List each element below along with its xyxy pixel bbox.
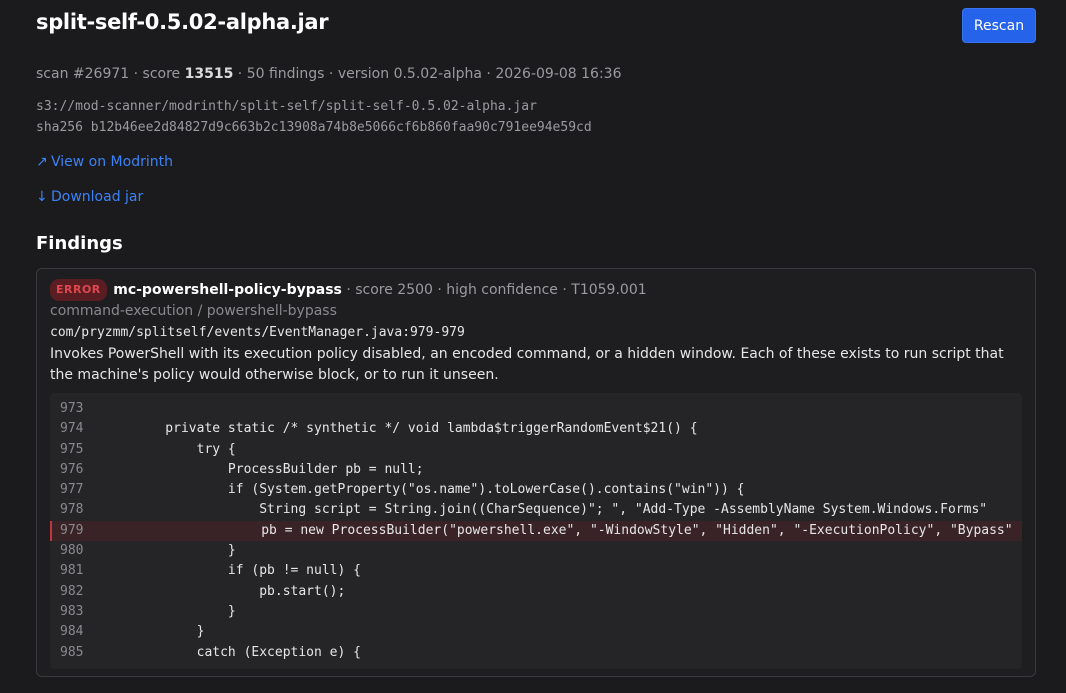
rule-name: mc-powershell-policy-bypass [113, 282, 342, 298]
scan-id: scan #26971 [36, 66, 130, 82]
line-source: String script = String.join((CharSequenc… [134, 502, 988, 518]
line-source: ProcessBuilder pb = null; [134, 461, 424, 477]
findings-heading: Findings [36, 233, 123, 254]
finding-card: ERROR mc-powershell-policy-bypass · scor… [36, 268, 1036, 677]
download-icon: ↓ [36, 189, 48, 205]
scan-score: 13515 [184, 66, 234, 82]
score-label: score [142, 66, 181, 82]
line-number: 973 [60, 401, 84, 416]
line-source: if (System.getProperty("os.name").toLowe… [134, 482, 745, 498]
finding-score: score 2500 [355, 282, 433, 298]
code-snippet: 973 974 private static /* synthetic */ v… [50, 393, 1022, 669]
code-line: 973 [50, 399, 1022, 419]
line-source: } [134, 624, 205, 640]
line-number: 984 [60, 624, 84, 640]
line-source: pb = new ProcessBuilder("powershell.exe"… [136, 522, 1013, 538]
view-on-modrinth-link[interactable]: ↗ View on Modrinth [36, 152, 1036, 172]
line-source: try { [134, 441, 236, 457]
code-line: 976 ProcessBuilder pb = null; [50, 460, 1022, 480]
s3-path: s3://mod-scanner/modrinth/split-self/spl… [36, 99, 537, 114]
code-line: 985 catch (Exception e) { [50, 643, 1022, 663]
external-link-icon: ↗ [36, 154, 48, 170]
code-line: 974 private static /* synthetic */ void … [50, 419, 1022, 439]
sha256-hash: sha256 b12b46ee2d84827d9c663b2c13908a74b… [36, 120, 592, 135]
line-number: 983 [60, 603, 84, 619]
download-jar-link[interactable]: ↓ Download jar [36, 187, 1036, 207]
line-source: private static /* synthetic */ void lamb… [134, 421, 698, 437]
code-line-highlighted: 979 pb = new ProcessBuilder("powershell.… [50, 520, 1022, 542]
finding-location: com/pryzmm/splitself/events/EventManager… [50, 325, 465, 340]
line-number: 979 [60, 522, 84, 538]
line-number: 978 [60, 502, 84, 518]
line-number: 974 [60, 421, 84, 437]
line-number: 982 [60, 583, 84, 599]
code-line: 975 try { [50, 440, 1022, 460]
artifact-paths: s3://mod-scanner/modrinth/split-self/spl… [36, 96, 1036, 138]
code-line: 983 } [50, 602, 1022, 622]
line-source: pb.start(); [134, 583, 346, 599]
findings-count: 50 findings [246, 66, 325, 82]
code-line: 984 } [50, 622, 1022, 642]
finding-header: ERROR mc-powershell-policy-bypass · scor… [50, 279, 1022, 301]
code-line: 977 if (System.getProperty("os.name").to… [50, 480, 1022, 500]
rescan-button[interactable]: Rescan [962, 8, 1036, 43]
download-jar-label: Download jar [51, 189, 144, 205]
page-title: split-self-0.5.02-alpha.jar [36, 10, 329, 34]
finding-description: Invokes PowerShell with its execution po… [50, 346, 1004, 383]
view-on-modrinth-label: View on Modrinth [51, 154, 173, 170]
line-number: 976 [60, 461, 84, 477]
page-header: split-self-0.5.02-alpha.jar Rescan [36, 0, 1036, 50]
line-number: 977 [60, 482, 84, 498]
code-line: 982 pb.start(); [50, 582, 1022, 602]
line-number: 981 [60, 563, 84, 579]
finding-category: command-execution / powershell-bypass [50, 303, 337, 319]
scan-detail-page: split-self-0.5.02-alpha.jar Rescan scan … [0, 0, 1066, 677]
finding-technique: T1059.001 [571, 282, 647, 298]
code-line: 981 if (pb != null) { [50, 561, 1022, 581]
finding-confidence: high confidence [446, 282, 558, 298]
line-source: } [134, 603, 236, 619]
line-number: 980 [60, 543, 84, 559]
code-line: 980 } [50, 541, 1022, 561]
scan-meta: scan #26971 · score 13515 · 50 findings … [36, 66, 622, 82]
scan-version: version 0.5.02-alpha [337, 66, 482, 82]
line-source: } [134, 543, 236, 559]
severity-badge: ERROR [50, 279, 107, 301]
line-source: catch (Exception e) { [134, 644, 361, 660]
scan-date: 2026-09-08 16:36 [495, 66, 622, 82]
code-line: 978 String script = String.join((CharSeq… [50, 500, 1022, 520]
line-number: 975 [60, 441, 84, 457]
line-number: 985 [60, 644, 84, 660]
line-source: if (pb != null) { [134, 563, 361, 579]
